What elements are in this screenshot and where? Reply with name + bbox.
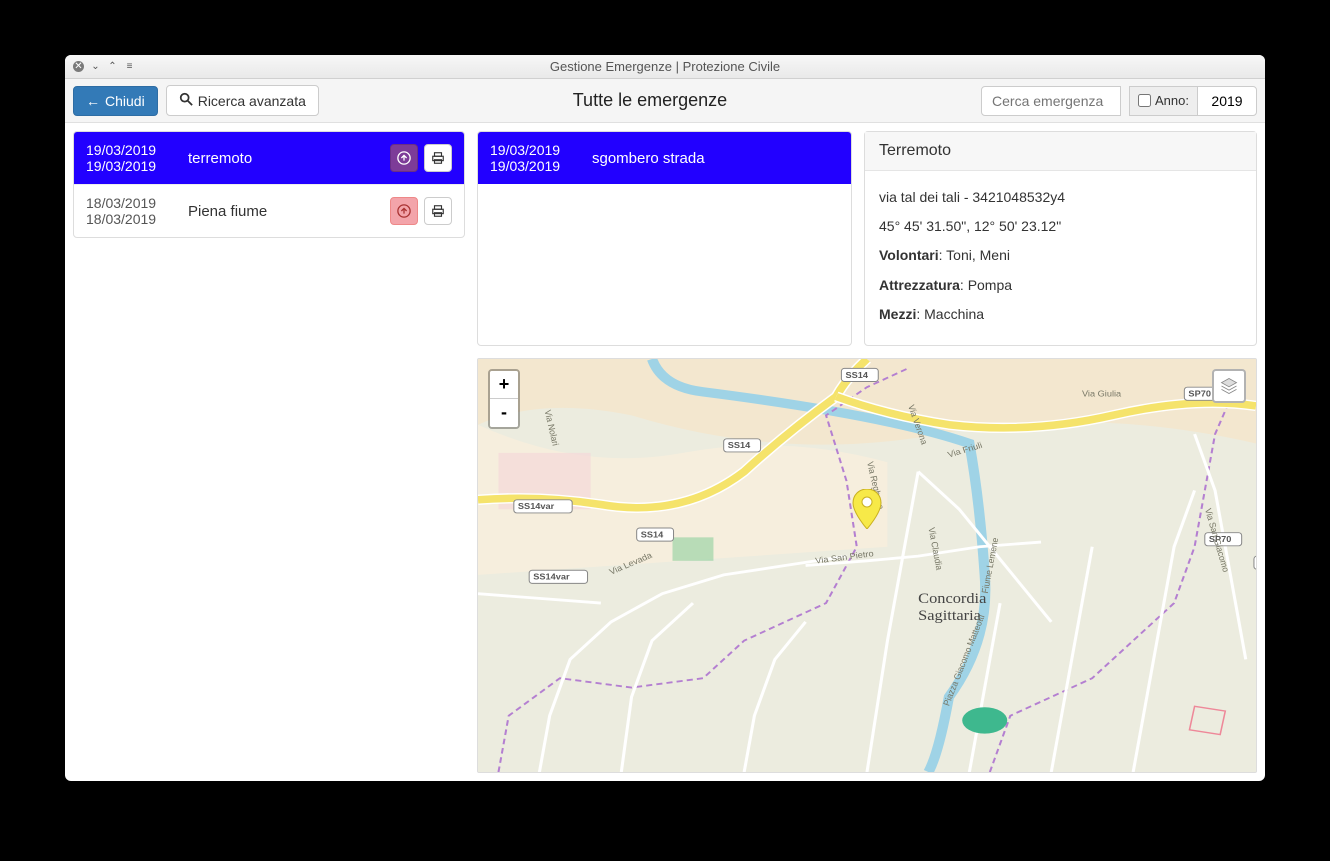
print-icon[interactable] bbox=[424, 197, 452, 225]
svg-text:SS14var: SS14var bbox=[518, 501, 555, 511]
window-close-icon[interactable]: ✕ bbox=[73, 61, 84, 72]
left-column: 19/03/201919/03/2019 terremoto 18/03/20191… bbox=[73, 131, 465, 773]
year-label-text: Anno: bbox=[1155, 93, 1189, 108]
item-dates: 19/03/201919/03/2019 bbox=[490, 142, 580, 174]
window-title: Gestione Emergenze | Protezione Civile bbox=[65, 59, 1265, 74]
layers-icon bbox=[1219, 376, 1239, 396]
map[interactable]: Concordia Sagittaria SS14 SS14var SS14var S… bbox=[477, 358, 1257, 773]
svg-text:Via Giulia: Via Giulia bbox=[1082, 389, 1121, 399]
window-min-icon[interactable]: ⌄ bbox=[90, 61, 101, 72]
list-item[interactable]: 18/03/201918/03/2019 Piena fiume bbox=[74, 185, 464, 237]
volunteers-value: Toni, Meni bbox=[946, 247, 1010, 263]
svg-text:SS14var: SS14var bbox=[533, 572, 570, 582]
map-canvas: Concordia Sagittaria SS14 SS14var SS14var S… bbox=[478, 359, 1256, 772]
upload-icon[interactable] bbox=[390, 197, 418, 225]
arrow-left-icon: ← bbox=[86, 93, 100, 109]
upload-icon[interactable] bbox=[390, 144, 418, 172]
year-input[interactable] bbox=[1197, 86, 1257, 116]
vehicles-value: Macchina bbox=[924, 306, 984, 322]
item-label: Piena fiume bbox=[188, 203, 378, 220]
detail-address: via tal dei tali - 3421048532y4 bbox=[879, 185, 1242, 210]
window-max-icon[interactable]: ⌃ bbox=[107, 61, 118, 72]
item-dates: 19/03/201919/03/2019 bbox=[86, 142, 176, 174]
toolbar: ← Chiudi Ricerca avanzata Tutte le emerg… bbox=[65, 79, 1265, 123]
detail-title: Terremoto bbox=[865, 132, 1256, 171]
item-dates: 18/03/201918/03/2019 bbox=[86, 195, 176, 227]
detail-coords: 45° 45' 31.50", 12° 50' 23.12" bbox=[879, 214, 1242, 239]
search-icon bbox=[179, 92, 193, 109]
equipment-label: Attrezzatura bbox=[879, 277, 960, 293]
layers-button[interactable] bbox=[1212, 369, 1246, 403]
svg-text:SS14: SS14 bbox=[728, 440, 751, 450]
search-input[interactable] bbox=[981, 86, 1121, 116]
vehicles-label: Mezzi bbox=[879, 306, 916, 322]
advanced-search-button[interactable]: Ricerca avanzata bbox=[166, 85, 319, 116]
item-label: terremoto bbox=[188, 150, 378, 167]
list-item[interactable]: 19/03/201919/03/2019 terremoto bbox=[74, 132, 464, 185]
list-item[interactable]: 19/03/201919/03/2019 sgombero strada bbox=[478, 132, 851, 184]
volunteers-label: Volontari bbox=[879, 247, 939, 263]
year-checkbox[interactable] bbox=[1138, 94, 1151, 107]
item-label: sgombero strada bbox=[592, 150, 839, 167]
detail-panel: Terremoto via tal dei tali - 3421048532y… bbox=[864, 131, 1257, 346]
close-button-label: Chiudi bbox=[105, 93, 145, 109]
zoom-control: + - bbox=[488, 369, 520, 429]
svg-text:Concordia: Concordia bbox=[918, 591, 986, 607]
svg-text:SP70: SP70 bbox=[1188, 389, 1211, 399]
svg-text:SS14: SS14 bbox=[641, 530, 664, 540]
svg-text:SS14: SS14 bbox=[846, 370, 869, 380]
svg-text:Sagittaria: Sagittaria bbox=[918, 607, 981, 623]
titlebar: ✕ ⌄ ⌃ ≡ Gestione Emergenze | Protezione … bbox=[65, 55, 1265, 79]
right-top-row: 19/03/201919/03/2019 sgombero strada Terr… bbox=[477, 131, 1257, 346]
zoom-in-button[interactable]: + bbox=[490, 371, 518, 399]
task-list: 19/03/201919/03/2019 sgombero strada bbox=[477, 131, 852, 346]
window-menu-icon[interactable]: ≡ bbox=[124, 61, 135, 72]
close-button[interactable]: ← Chiudi bbox=[73, 86, 158, 116]
zoom-out-button[interactable]: - bbox=[490, 399, 518, 427]
emergency-list: 19/03/201919/03/2019 terremoto 18/03/20191… bbox=[73, 131, 465, 238]
equipment-value: Pompa bbox=[968, 277, 1012, 293]
page-title: Tutte le emergenze bbox=[327, 90, 973, 111]
map-marker[interactable] bbox=[852, 489, 882, 532]
detail-body: via tal dei tali - 3421048532y4 45° 45' … bbox=[865, 171, 1256, 345]
print-icon[interactable] bbox=[424, 144, 452, 172]
app-window: ✕ ⌄ ⌃ ≡ Gestione Emergenze | Protezione … bbox=[65, 55, 1265, 781]
right-column: 19/03/201919/03/2019 sgombero strada Terr… bbox=[477, 131, 1257, 773]
content: 19/03/201919/03/2019 terremoto 18/03/20191… bbox=[65, 123, 1265, 781]
year-filter: Anno: bbox=[1129, 86, 1257, 116]
advanced-search-label: Ricerca avanzata bbox=[198, 93, 306, 109]
